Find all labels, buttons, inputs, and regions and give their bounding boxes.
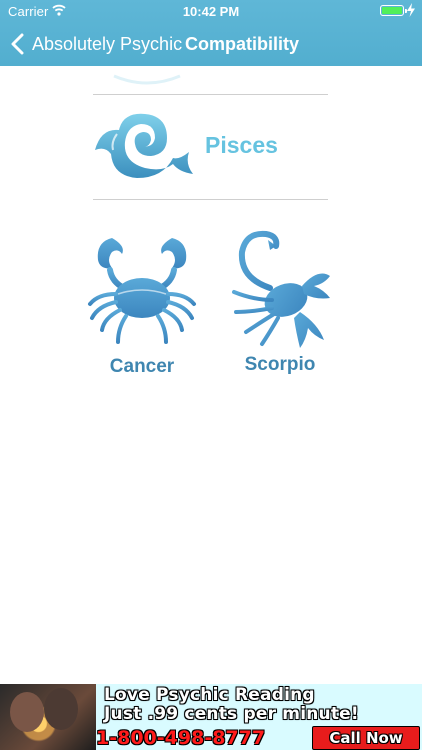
charging-bolt-icon (407, 3, 415, 17)
back-button-label: Absolutely Psychic (32, 33, 183, 54)
scorpio-icon (232, 230, 330, 348)
partial-sign-icon (113, 74, 181, 85)
page-title: Compatibility (185, 34, 300, 54)
ad-phone-number[interactable]: 1-800-498-8777 (96, 727, 265, 749)
status-time: 10:42 PM (182, 4, 240, 19)
divider (93, 199, 328, 200)
back-chevron-icon (11, 33, 24, 55)
sign-label-cancer: Cancer (109, 356, 175, 377)
ad-subheadline: Just .99 cents per minute! (104, 704, 359, 724)
ad-photo (0, 684, 96, 750)
battery-icon (380, 5, 407, 16)
sign-cancer[interactable]: Cancer (82, 230, 202, 390)
ad-banner[interactable]: Love Psychic Reading Just .99 cents per … (0, 684, 422, 750)
navigation-bar: Absolutely Psychic Compatibility (0, 22, 422, 66)
pisces-icon (95, 113, 193, 178)
sign-label-scorpio: Scorpio (244, 354, 316, 375)
ad-headline: Love Psychic Reading (104, 685, 315, 705)
sign-scorpio[interactable]: Scorpio (220, 228, 340, 388)
back-button[interactable]: Absolutely Psychic (10, 30, 182, 58)
top-bar: Carrier 10:42 PM Absolutely Psychic Comp… (0, 0, 422, 66)
divider (93, 94, 328, 95)
sign-pisces[interactable]: Pisces (93, 106, 328, 186)
cancer-icon (88, 238, 196, 344)
call-now-button[interactable]: Call Now (312, 726, 420, 750)
compatibility-content[interactable]: Pisces Cancer Scorpio (0, 66, 422, 684)
status-bar: Carrier 10:42 PM (0, 0, 422, 22)
sign-label-pisces: Pisces (205, 132, 278, 158)
